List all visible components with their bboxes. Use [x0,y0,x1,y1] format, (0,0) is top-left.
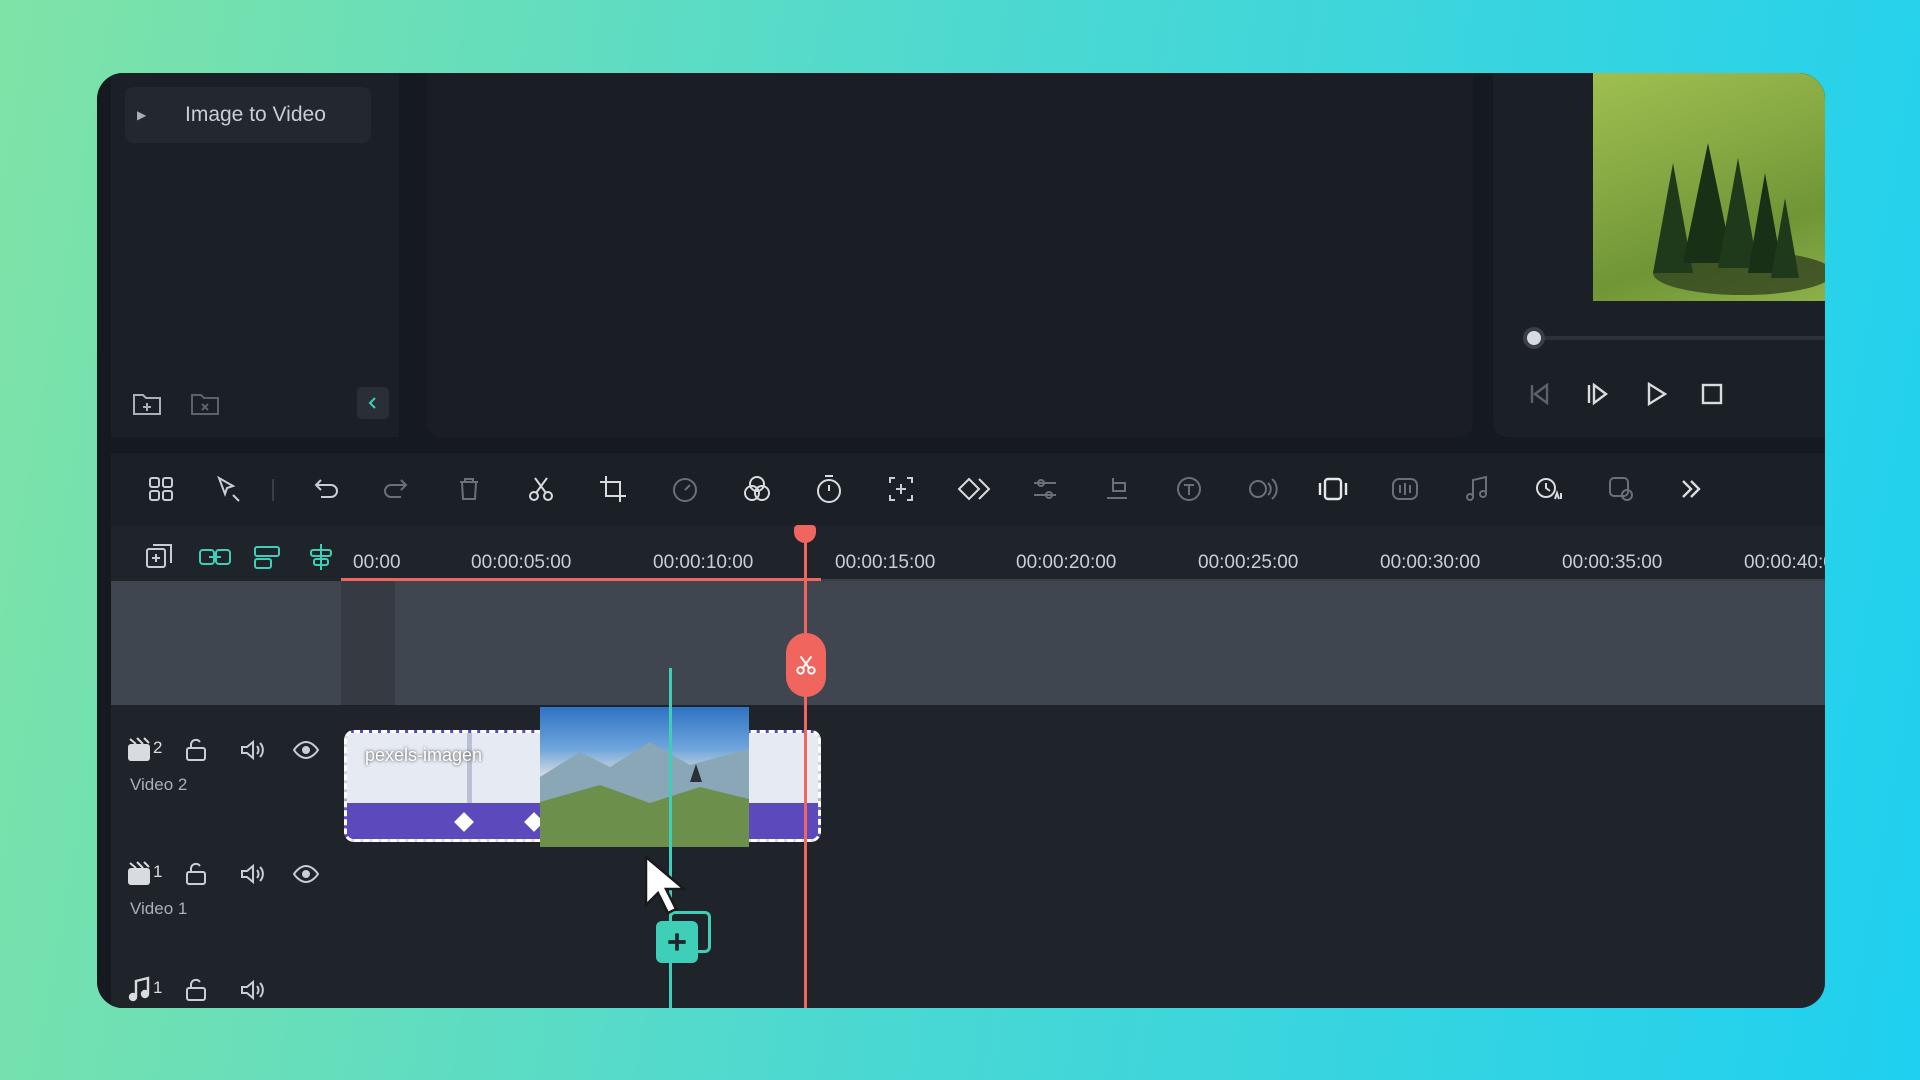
track-audio-1: 1 [111,953,1825,1008]
ai-audio-icon[interactable] [1531,471,1567,507]
visibility-eye-icon[interactable] [291,859,321,889]
media-panel: ▶ Image to Video [111,73,399,437]
redo-icon[interactable] [379,471,415,507]
auto-reframe-icon[interactable] [883,471,919,507]
sidebar-item-image-to-video[interactable]: ▶ Image to Video [125,87,371,143]
speed-icon[interactable] [667,471,703,507]
video-track-icon [125,859,155,889]
crop-icon[interactable] [595,471,631,507]
track-number: 1 [153,862,163,881]
toolbar-divider [271,471,275,507]
split-at-playhead-button[interactable] [786,633,826,697]
sidebar-item-label: Image to Video [185,103,326,126]
ruler-label: 00:00:35:00 [1562,552,1663,573]
duration-timer-icon[interactable] [811,471,847,507]
collapse-panel-button[interactable] [357,387,389,419]
music-note-icon[interactable] [1459,471,1495,507]
track-number: 1 [153,978,163,997]
ruler-label: 00:00:25:00 [1198,552,1299,573]
track-number: 2 [153,738,163,757]
clip-name: pexels-imagen [365,745,483,765]
drop-zone-start-shade [341,581,395,705]
track-header: 1 Video 1 [111,829,341,953]
stabilize-icon[interactable] [1315,471,1351,507]
ruler-label: 00:00:20:00 [1016,552,1117,573]
mute-track-icon[interactable] [237,975,267,1005]
text-to-speech-icon[interactable] [1171,471,1207,507]
track-layout-icon[interactable] [251,541,283,573]
audio-stretch-icon[interactable] [1099,471,1135,507]
playhead-line[interactable] [804,525,807,1008]
delete-icon[interactable] [451,471,487,507]
lock-track-icon[interactable] [181,859,211,889]
adjust-sliders-icon[interactable] [1027,471,1063,507]
ruler-label: 00:00 [353,552,401,573]
media-panel-footer [131,383,391,423]
select-pointer-icon[interactable] [211,471,247,507]
ruler-label: 00:00:10:00 [653,552,754,573]
more-tools-chevron-icon[interactable] [1673,471,1709,507]
playback-scrubber-track[interactable] [1533,336,1825,340]
edit-toolbar [111,453,1825,525]
lock-track-icon[interactable] [181,735,211,765]
dragged-media-thumbnail[interactable] [540,707,749,847]
mute-track-icon[interactable] [237,859,267,889]
track-header: 1 [111,953,341,1008]
ruler-label: 00:00:40:00 [1744,552,1825,573]
track-header: 2 Video 2 [111,705,341,829]
preview-image [1593,73,1825,301]
editor-window: ▶ Image to Video 00:00 00:00:05:00 00:00… [97,73,1825,1008]
library-content-area [427,73,1473,437]
mute-track-icon[interactable] [237,735,267,765]
add-to-track-icon [656,921,698,963]
split-scissors-icon[interactable] [523,471,559,507]
play-icon[interactable] [1639,377,1673,411]
add-track-icon[interactable] [143,541,175,573]
keyframe-icon[interactable] [955,471,991,507]
previous-frame-icon[interactable] [1523,377,1557,411]
magnetic-snap-icon[interactable] [305,541,337,573]
ruler-label: 00:00:15:00 [835,552,936,573]
video-track-icon [125,735,155,765]
ruler-label: 00:00:05:00 [471,552,572,573]
track-video-1: 1 Video 1 [111,829,1825,953]
player-controls [1523,373,1783,417]
caret-right-icon: ▶ [137,108,147,122]
track-name: Video 2 [130,775,188,794]
audio-waveform-icon[interactable] [1387,471,1423,507]
music-track-icon [125,975,155,1005]
undo-icon[interactable] [307,471,343,507]
link-clips-icon[interactable] [197,541,233,573]
visibility-eye-icon[interactable] [291,735,321,765]
player-panel [1493,73,1825,437]
ai-object-remover-icon[interactable] [1603,471,1639,507]
scissors-icon [796,655,816,675]
stop-icon[interactable] [1695,377,1729,411]
color-icon[interactable] [739,471,775,507]
voice-changer-icon[interactable] [1243,471,1279,507]
lock-track-icon[interactable] [181,975,211,1005]
mouse-cursor-icon [644,855,688,915]
layout-grid-icon[interactable] [143,471,179,507]
ruler-label: 00:00:30:00 [1380,552,1481,573]
new-folder-icon[interactable] [131,387,163,419]
track-name: Video 1 [130,899,188,918]
next-frame-icon[interactable] [1581,377,1615,411]
chevron-left-icon [368,397,376,409]
playback-scrubber-handle[interactable] [1523,327,1545,349]
time-ruler[interactable]: 00:00 00:00:05:00 00:00:10:00 00:00:15:0… [341,525,1825,581]
delete-folder-icon[interactable] [189,387,221,419]
